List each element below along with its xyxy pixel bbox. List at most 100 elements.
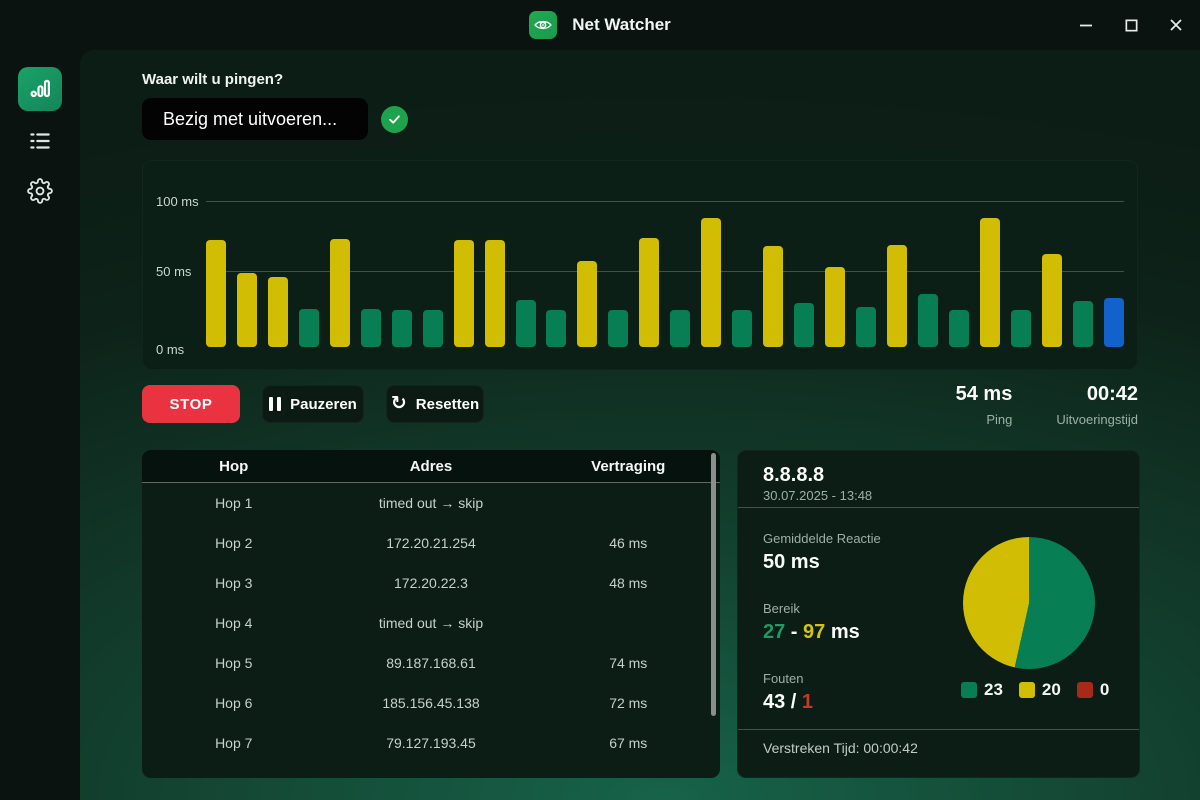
table-cell: timed out → skip xyxy=(378,495,484,511)
range-separator: - xyxy=(785,621,804,643)
titlebar: Net Watcher xyxy=(0,0,1200,50)
table-cell: 67 ms xyxy=(609,735,648,751)
table-cell: 72 ms xyxy=(609,695,648,711)
chart-bar xyxy=(422,310,443,347)
table-row: Hop 7 79.127.193.45 67 ms xyxy=(142,723,720,763)
legend-swatch xyxy=(961,682,977,698)
chart-bar xyxy=(825,267,846,347)
legend-item: 0 xyxy=(1076,680,1110,700)
stop-button[interactable]: STOP xyxy=(142,385,240,423)
column-header-hop: Hop xyxy=(219,457,249,475)
errors-separator: / xyxy=(785,691,802,713)
target-timestamp: 30.07.2025 - 13:48 xyxy=(763,488,873,503)
range-min: 27 xyxy=(763,621,786,643)
table-cell: 172.20.22.3 xyxy=(394,575,468,591)
check-icon xyxy=(387,112,402,127)
range-label: Bereik xyxy=(763,601,800,616)
legend-swatch xyxy=(1076,682,1093,698)
bar-chart-icon xyxy=(27,76,53,102)
refresh-icon: ↻ xyxy=(390,392,407,414)
chart-bar xyxy=(577,261,598,347)
range-value: 27 - 97 ms xyxy=(763,621,860,644)
y-axis-tick: 50 ms xyxy=(156,264,192,279)
elapsed-stat: 00:42 Uitvoeringstijd xyxy=(1056,383,1138,427)
pause-icon xyxy=(269,397,282,411)
sidebar-item-log[interactable] xyxy=(18,121,62,161)
table-cell: 46 ms xyxy=(609,535,648,551)
chart-bars xyxy=(206,199,1124,347)
elapsed-value: 00:42 xyxy=(1086,383,1138,405)
gear-icon xyxy=(27,178,53,204)
sidebar-item-settings[interactable] xyxy=(18,171,62,211)
table-row: Hop 2 172.20.21.254 46 ms xyxy=(142,523,720,563)
table-cell: Hop 4 xyxy=(215,615,253,631)
table-cell: 185.156.45.138 xyxy=(382,695,480,711)
chart-bar xyxy=(608,310,629,347)
chart-bar xyxy=(453,240,474,347)
chart-bar xyxy=(948,310,969,347)
ping-target-input[interactable] xyxy=(142,98,368,140)
pause-button[interactable]: Pauzeren xyxy=(262,385,364,423)
legend-item: 23 xyxy=(961,680,1003,700)
main-content: Waar wilt u pingen? 100 ms 50 ms 0 ms ST… xyxy=(80,50,1200,800)
chart-bar xyxy=(979,218,1000,347)
close-button[interactable] xyxy=(1166,15,1186,35)
minimize-button[interactable] xyxy=(1076,15,1096,35)
hops-table-body: Hop 1 timed out → skip Hop 2 172.20.21.254 4… xyxy=(142,483,720,763)
elapsed-time-footer: Verstreken Tijd: 00:00:42 xyxy=(763,740,918,756)
chart-bar xyxy=(794,302,815,347)
table-scrollbar[interactable] xyxy=(711,453,716,716)
table-cell: Hop 6 xyxy=(215,695,253,711)
legend-swatch xyxy=(1018,682,1035,698)
chart-bar xyxy=(856,307,877,347)
avg-response-value: 50 ms xyxy=(763,551,820,573)
table-row: Hop 3 172.20.22.3 48 ms xyxy=(142,563,720,603)
chart-bar xyxy=(267,277,288,347)
divider xyxy=(738,507,1139,508)
divider xyxy=(738,729,1139,730)
maximize-button[interactable] xyxy=(1121,15,1141,35)
list-icon xyxy=(27,128,53,154)
chart-bar xyxy=(1010,310,1031,347)
eye-icon xyxy=(533,15,553,35)
table-row: Hop 6 185.156.45.138 72 ms xyxy=(142,683,720,723)
chart-bar xyxy=(701,218,722,347)
table-row: Hop 1 timed out → skip xyxy=(142,483,720,523)
table-cell: Hop 2 xyxy=(215,535,253,551)
table-cell: Hop 1 xyxy=(215,495,253,511)
live-stats: 54 ms Ping 00:42 Uitvoeringstijd xyxy=(956,383,1138,427)
chart-bar xyxy=(1041,253,1062,347)
stop-button-label: STOP xyxy=(169,395,213,413)
hops-table: Hop Adres Vertraging Hop 1 timed out → sk… xyxy=(142,450,720,778)
chart-bar xyxy=(360,308,381,347)
table-row: Hop 5 89.187.168.61 74 ms xyxy=(142,643,720,683)
legend-value: 0 xyxy=(1099,680,1110,699)
maximize-icon xyxy=(1124,18,1139,33)
minimize-icon xyxy=(1078,17,1094,33)
table-cell: Hop 5 xyxy=(215,655,253,671)
chart-bar xyxy=(917,293,938,347)
y-axis-tick: 0 ms xyxy=(156,342,185,357)
table-cell: 79.127.193.45 xyxy=(386,735,476,751)
ping-question-label: Waar wilt u pingen? xyxy=(142,71,284,88)
chart-bar xyxy=(484,240,505,347)
chart-bar xyxy=(546,310,567,347)
chart-bar xyxy=(391,310,412,347)
sidebar-item-monitor[interactable] xyxy=(18,67,62,111)
legend-item: 20 xyxy=(1018,680,1061,700)
pause-button-label: Pauzeren xyxy=(290,395,357,413)
chart-bar xyxy=(329,239,350,347)
reset-button-label: Resetten xyxy=(415,395,480,413)
errors-value: 43 / 1 xyxy=(763,691,813,714)
reset-button[interactable]: ↻ Resetten xyxy=(386,385,484,423)
chart-bar xyxy=(206,240,226,347)
target-summary-panel: 8.8.8.8 30.07.2025 - 13:48 Gemiddelde Re… xyxy=(737,450,1140,778)
pie-legend: 23 20 0 xyxy=(961,680,1109,700)
ping-stat: 54 ms Ping xyxy=(956,383,1013,427)
table-cell: 172.20.21.254 xyxy=(386,535,476,551)
ping-chart: 100 ms 50 ms 0 ms xyxy=(142,160,1138,370)
column-header-vertraging: Vertraging xyxy=(591,457,666,475)
chart-bar xyxy=(639,237,660,347)
app-logo xyxy=(529,11,558,39)
y-axis-tick: 100 ms xyxy=(156,194,199,209)
